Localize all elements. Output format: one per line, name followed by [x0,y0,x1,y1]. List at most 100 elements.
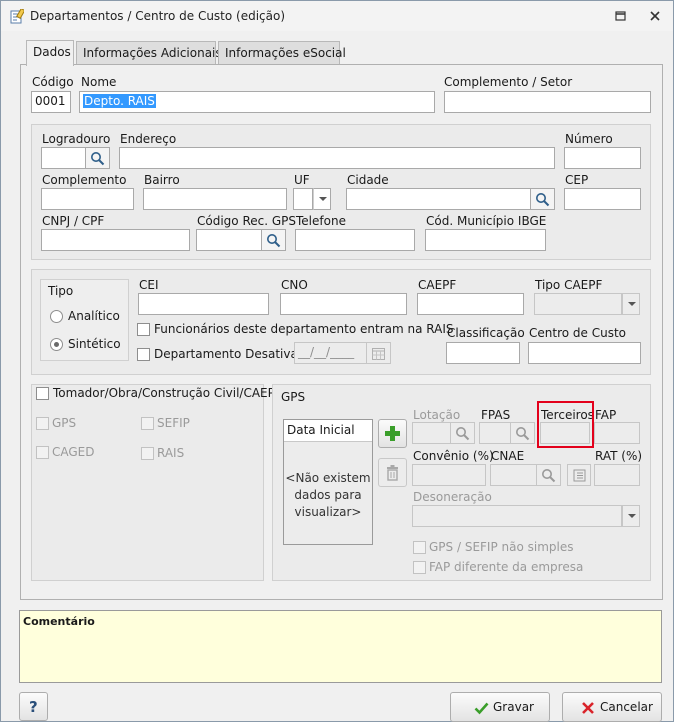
tab-dados[interactable]: Dados [26,40,74,66]
fap-diferente-checkbox[interactable] [413,561,426,574]
desativado-checkbox[interactable] [137,348,150,361]
caepf-label: CAEPF [418,278,457,292]
help-icon: ? [29,698,38,716]
tipo-label: Tipo [48,284,74,298]
logradouro-label: Logradouro [42,132,111,146]
cnpj-cpf-input[interactable] [41,229,190,251]
gps-grid-header[interactable]: Data Inicial [284,420,372,442]
close-icon[interactable] [648,9,662,23]
tomador-gps-checkbox[interactable] [36,417,49,430]
tomador-label: Tomador/Obra/Construção Civil/CAEPF [53,386,282,400]
nome-input[interactable]: Depto. RAIS [79,91,435,113]
fpas-input[interactable] [479,422,511,444]
logradouro-search-button[interactable] [86,147,110,169]
title-bar: Departamentos / Centro de Custo (edição) [1,1,673,31]
tipo-analitico-radio[interactable] [50,310,63,323]
gps-add-button[interactable] [378,419,407,448]
bairro-input[interactable] [143,188,287,210]
nome-label: Nome [81,75,117,89]
cidade-input[interactable] [346,188,531,210]
tomador-gps-label: GPS [52,416,77,430]
lotacao-input[interactable] [412,422,451,444]
cidade-search-button[interactable] [531,188,555,210]
tipo-caepf-label: Tipo CAEPF [535,278,603,292]
tomador-group [31,384,264,581]
complemento-setor-input[interactable] [444,91,651,113]
codigo-rec-gps-input[interactable] [196,229,262,251]
comment-textarea[interactable]: Comentário [19,610,662,683]
tomador-rais-checkbox[interactable] [141,447,154,460]
cno-input[interactable] [280,293,407,315]
codigo-input[interactable]: 0001 [31,91,71,113]
cod-municipio-ibge-input[interactable] [425,229,546,251]
save-button-label: Gravar [493,700,534,714]
dialog-window: Departamentos / Centro de Custo (edição)… [0,0,674,722]
caepf-input[interactable] [417,293,524,315]
logradouro-input[interactable] [41,147,86,169]
desativado-calendar-button[interactable] [367,342,391,364]
complemento-input[interactable] [41,188,134,210]
tomador-sefip-label: SEFIP [157,416,190,430]
search-icon [536,193,550,207]
endereco-input[interactable] [119,147,555,169]
gps-grid[interactable]: Data Inicial <Não existem dados para vis… [283,419,373,545]
convenio-input[interactable] [412,464,486,486]
endereco-label: Endereço [120,132,177,146]
telefone-label: Telefone [296,214,346,228]
telefone-input[interactable] [295,229,415,251]
gps-sefip-checkbox[interactable] [413,541,426,554]
rais-checkbox[interactable] [137,323,150,336]
cep-input[interactable] [564,188,641,210]
trash-icon [387,465,398,481]
tomador-sefip-checkbox[interactable] [141,417,154,430]
fpas-search-button[interactable] [511,422,535,444]
fap-diferente-label: FAP diferente da empresa [429,560,584,574]
codigo-rec-gps-search-button[interactable] [262,229,286,251]
gps-delete-button[interactable] [378,458,407,487]
tomador-checkbox[interactable] [36,387,49,400]
complemento-label: Complemento [42,173,127,187]
cnae-label: CNAE [491,449,525,463]
search-icon [456,427,470,441]
numero-input[interactable] [564,147,641,169]
tipo-caepf-select[interactable] [534,293,622,315]
fpas-label: FPAS [481,408,511,422]
tipo-caepf-dropdown-button[interactable] [622,293,640,315]
tomador-caged-checkbox[interactable] [36,446,49,459]
lotacao-label: Lotação [413,408,461,422]
comment-label: Comentário [23,615,95,628]
save-button[interactable]: Gravar [450,692,550,722]
rat-input[interactable] [594,464,640,486]
cnae-search-button[interactable] [537,464,561,486]
checkmark-icon [474,702,489,715]
fap-input[interactable] [594,422,640,444]
desativado-date-input[interactable]: __/__/____ [294,342,367,364]
complemento-setor-label: Complemento / Setor [444,75,573,89]
tab-informacoes-adicionais[interactable]: Informações Adicionais [76,41,222,65]
gps-grid-empty-message: <Não existem dados para visualizar> [285,471,371,519]
uf-select[interactable] [293,188,313,210]
cnae-list-button[interactable] [567,464,591,486]
restore-icon[interactable] [614,9,628,23]
desoneracao-label: Desoneração [413,490,492,504]
nome-value: Depto. RAIS [83,94,156,108]
list-icon [573,469,586,482]
numero-label: Número [565,132,613,146]
cno-label: CNO [281,278,308,292]
cancel-button[interactable]: Cancelar [562,692,662,722]
rat-label: RAT (%) [595,449,643,463]
uf-dropdown-button[interactable] [313,188,331,210]
desoneracao-select[interactable] [412,505,622,527]
lotacao-search-button[interactable] [451,422,475,444]
cnae-input[interactable] [490,464,537,486]
cei-input[interactable] [138,293,269,315]
tipo-sintetico-radio[interactable] [50,338,63,351]
plus-icon [385,426,400,441]
tomador-caged-label: CAGED [52,445,95,459]
help-button[interactable]: ? [19,692,48,721]
classificacao-input[interactable] [446,342,520,364]
tab-informacoes-esocial[interactable]: Informações eSocial [218,41,346,65]
cod-municipio-ibge-label: Cód. Município IBGE [426,214,547,228]
centro-custo-input[interactable] [528,342,641,364]
desoneracao-dropdown-button[interactable] [622,505,640,527]
